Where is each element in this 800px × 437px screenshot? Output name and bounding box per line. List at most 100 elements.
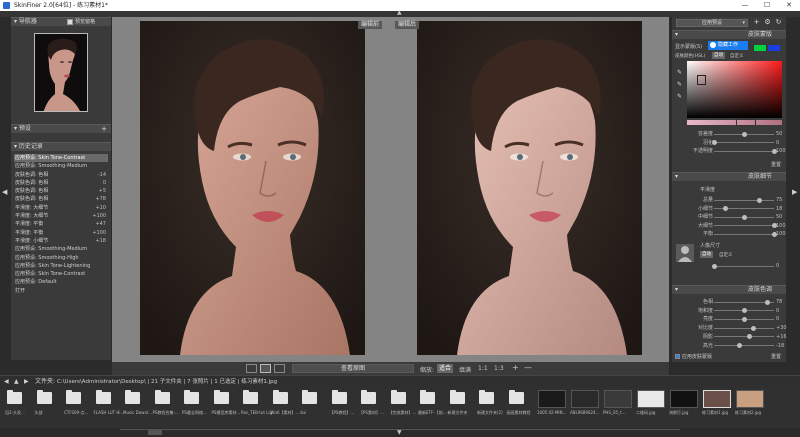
zoom-out-button[interactable]: —: [524, 363, 532, 372]
slider-track[interactable]: [714, 225, 774, 226]
zoom-fill-button[interactable]: 填满: [459, 365, 471, 374]
zoom-in-button[interactable]: +: [512, 363, 519, 372]
hue-range-bar[interactable]: [687, 119, 782, 126]
history-item[interactable]: 应用预设: Smoothing-Medium: [14, 245, 108, 253]
slider-track[interactable]: [714, 199, 774, 201]
person-custom-button[interactable]: 自定义: [719, 252, 733, 258]
after-image[interactable]: [417, 21, 642, 355]
image-thumbnail[interactable]: [670, 390, 698, 408]
up-arrow-icon[interactable]: ▲: [14, 376, 19, 388]
blue-mask-swatch[interactable]: [768, 45, 780, 51]
slider-track[interactable]: [714, 336, 774, 338]
eyedropper-subtract-icon[interactable]: ✎: [676, 93, 683, 100]
slider-knob[interactable]: [712, 263, 717, 269]
slider-track[interactable]: [714, 345, 774, 346]
collapse-down-icon[interactable]: ▼: [397, 429, 402, 436]
navigator-header[interactable]: ▾ 导航器 预览窗格: [11, 17, 111, 26]
view-original-button[interactable]: 查看原图: [292, 364, 414, 373]
history-item[interactable]: 平滑度: 小细节 +18: [14, 237, 108, 245]
folder-thumbnail-icon[interactable]: [272, 390, 288, 404]
slider-knob[interactable]: [751, 325, 756, 331]
auto-color-button[interactable]: 自动: [712, 52, 725, 59]
slider-track[interactable]: [714, 233, 774, 235]
back-arrow-icon[interactable]: ◀: [4, 376, 9, 388]
folder-thumbnail-icon[interactable]: [390, 390, 406, 404]
add-preset-icon[interactable]: +: [101, 125, 107, 133]
skin-tone-header[interactable]: 皮肤色调 ▾: [672, 285, 786, 294]
history-item[interactable]: 平滑度: 大细节 +10: [14, 204, 108, 212]
close-button[interactable]: ✕: [778, 0, 800, 11]
slider-knob[interactable]: [722, 206, 728, 211]
folder-thumbnail-icon[interactable]: [508, 390, 524, 404]
folder-thumbnail-icon[interactable]: [331, 390, 347, 404]
history-item[interactable]: 皮肤色调: 色相 +5: [14, 187, 108, 195]
zoom-1to1-button[interactable]: 1:1: [478, 365, 488, 372]
forward-arrow-icon[interactable]: ▶: [24, 376, 29, 388]
history-item[interactable]: 平滑度: 平衡 +100: [14, 229, 108, 237]
folder-thumbnail-icon[interactable]: [125, 390, 140, 404]
preset-select[interactable]: 应用预设 ▾: [676, 19, 748, 27]
slider-track[interactable]: [714, 265, 774, 267]
history-item[interactable]: 皮肤色调: 色相 -14: [14, 171, 108, 179]
presets-header[interactable]: ▾ 预设 +: [11, 124, 111, 133]
slider-track[interactable]: [714, 327, 774, 329]
history-item[interactable]: 应用预设: Smoothing-High: [14, 254, 108, 262]
skin-detail-header[interactable]: 皮肤细节 ▾: [672, 172, 786, 181]
folder-thumbnail-icon[interactable]: [36, 390, 52, 404]
history-item[interactable]: 打开: [14, 287, 108, 295]
folder-thumbnail-icon[interactable]: [420, 390, 435, 404]
folder-thumbnail-icon[interactable]: [243, 390, 258, 404]
image-thumbnail[interactable]: [571, 390, 599, 408]
folder-thumbnail-icon[interactable]: [184, 390, 199, 404]
preview-checkbox[interactable]: [67, 19, 73, 25]
folder-thumbnail-icon[interactable]: [213, 390, 229, 404]
image-thumbnail[interactable]: [703, 390, 731, 408]
skin-color-picker[interactable]: [687, 61, 782, 118]
slider-track[interactable]: [714, 142, 774, 143]
slider-knob[interactable]: [757, 197, 762, 203]
color-picker-selection[interactable]: [697, 75, 706, 85]
history-item[interactable]: 应用预设: Skin Tone-Contrast: [14, 270, 108, 278]
history-header[interactable]: ▾ 历史记录: [11, 142, 111, 151]
zoom-1to3-button[interactable]: 1:3: [494, 365, 504, 372]
history-item[interactable]: 平滑度: 大细节 +100: [14, 212, 108, 220]
image-thumbnail[interactable]: [736, 390, 764, 408]
slider-knob[interactable]: [765, 299, 771, 305]
history-item[interactable]: 平滑度: 平衡 +47: [14, 220, 108, 228]
folder-thumbnail-icon[interactable]: [361, 390, 376, 404]
refresh-icon[interactable]: ↻: [775, 19, 782, 26]
history-item[interactable]: 应用预设: Skin Tone-Contrast: [14, 154, 108, 163]
filmstrip-scroll-thumb-left[interactable]: [148, 430, 162, 435]
add-preset-icon[interactable]: +: [753, 19, 760, 26]
stacked-view-icon[interactable]: [274, 364, 285, 373]
slider-knob[interactable]: [742, 316, 747, 322]
folder-thumbnail-icon[interactable]: [7, 390, 22, 404]
history-item[interactable]: 应用预设: Default: [14, 278, 108, 286]
eyedropper-add-icon[interactable]: ✎: [676, 81, 683, 88]
apply-mask-checkbox[interactable]: [675, 354, 680, 359]
single-view-icon[interactable]: [246, 364, 257, 373]
history-item[interactable]: 应用预设: Smoothing-Medium: [14, 162, 108, 170]
image-thumbnail[interactable]: [637, 390, 665, 408]
right-panel-toggle-icon[interactable]: ▶: [792, 188, 797, 196]
slider-knob[interactable]: [736, 343, 742, 348]
image-thumbnail[interactable]: [538, 390, 566, 408]
custom-color-button[interactable]: 自定义: [730, 53, 744, 59]
left-panel-toggle-icon[interactable]: ◀: [2, 188, 7, 196]
slider-knob[interactable]: [712, 140, 717, 145]
navigator-thumbnail[interactable]: [34, 33, 88, 112]
history-item[interactable]: 皮肤色调: 色相 +78: [14, 195, 108, 203]
folder-thumbnail-icon[interactable]: [95, 390, 111, 404]
minimize-button[interactable]: —: [734, 0, 756, 11]
slider-knob[interactable]: [742, 131, 747, 137]
mask-reset-button[interactable]: 重置: [771, 161, 781, 168]
history-item[interactable]: 应用预设: Skin Tone-Lightening: [14, 262, 108, 270]
folder-thumbnail-icon[interactable]: [302, 390, 317, 404]
split-view-icon[interactable]: [260, 364, 271, 373]
zoom-fit-button[interactable]: 适合: [437, 364, 454, 373]
image-thumbnail[interactable]: [604, 390, 632, 408]
folder-thumbnail-icon[interactable]: [479, 390, 494, 404]
green-mask-swatch[interactable]: [754, 45, 766, 51]
folder-thumbnail-icon[interactable]: [154, 390, 170, 404]
slider-track[interactable]: [714, 150, 774, 152]
